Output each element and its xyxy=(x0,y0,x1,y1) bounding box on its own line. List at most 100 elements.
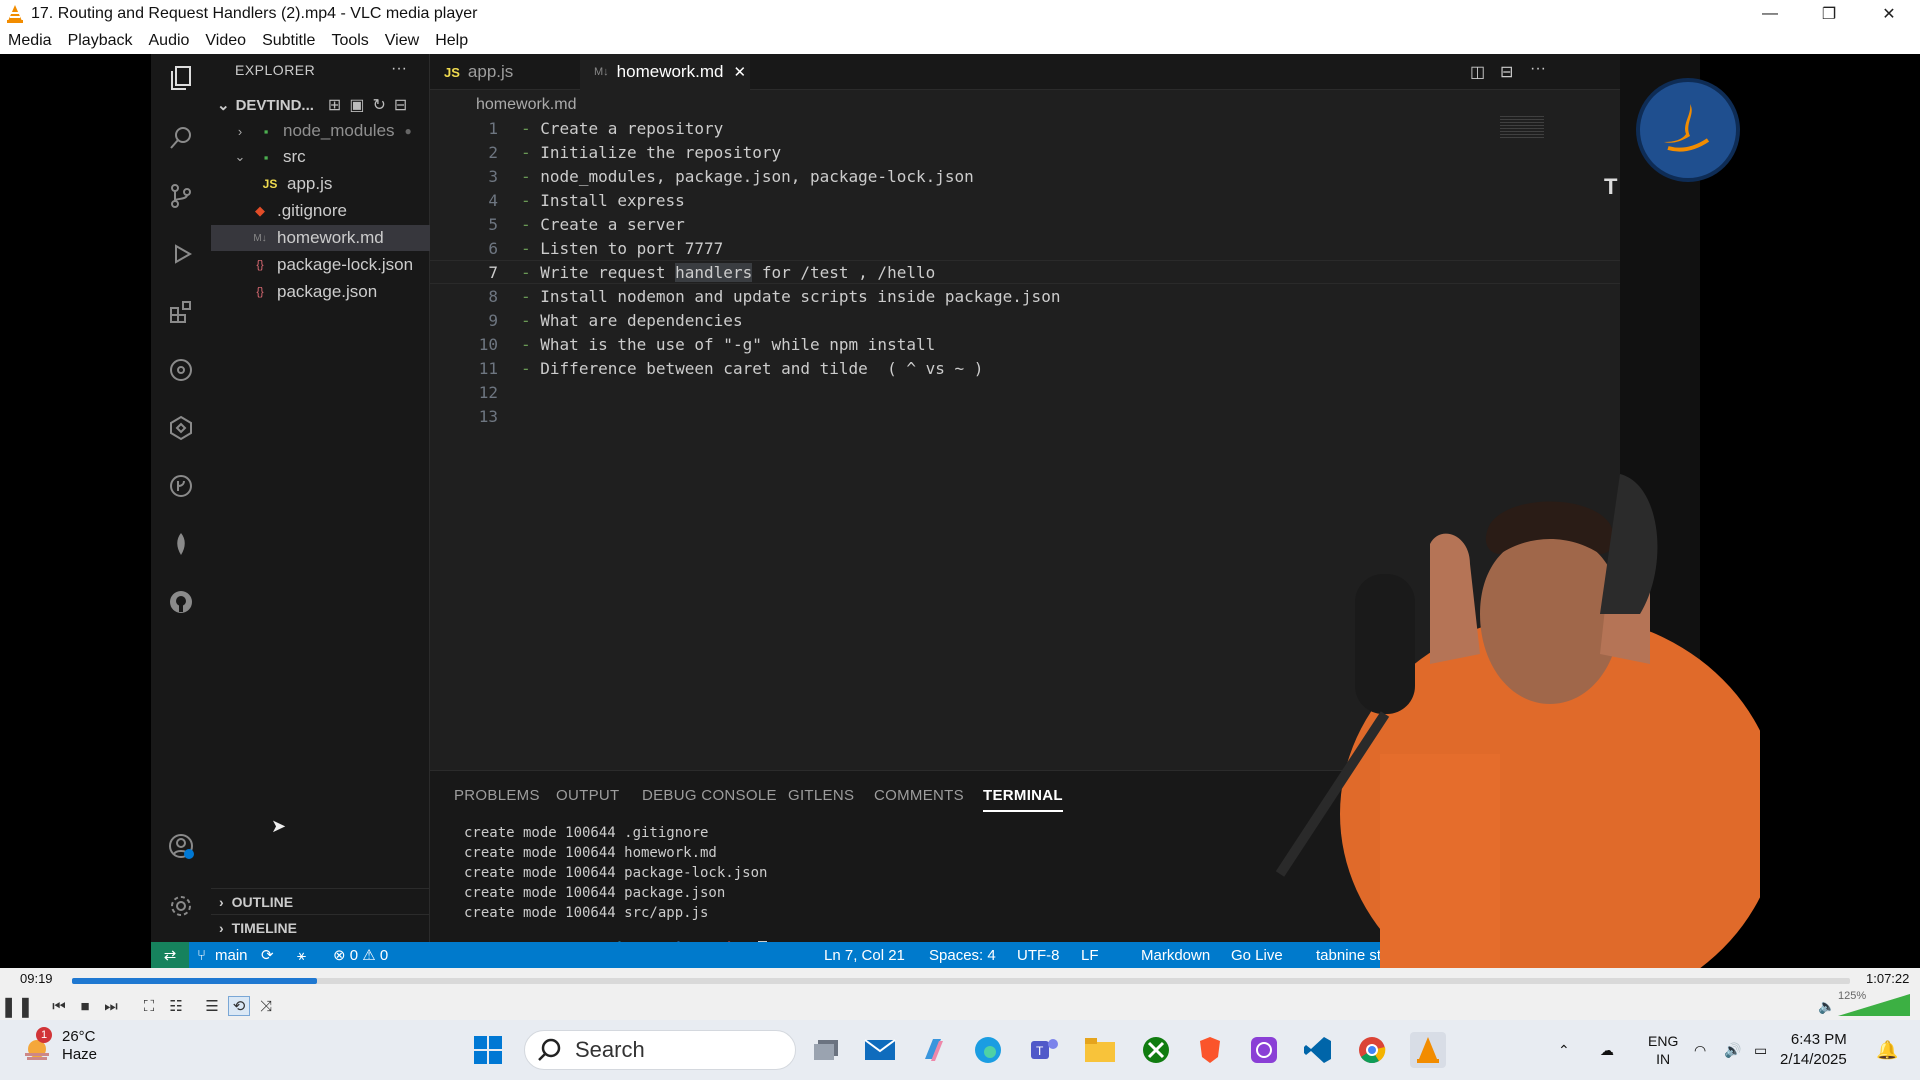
menu-view[interactable]: View xyxy=(385,32,419,50)
show-hidden-icons[interactable]: ⌃ xyxy=(1558,1020,1570,1080)
outline-section[interactable]: › OUTLINE xyxy=(211,888,430,914)
code-line[interactable]: 12 xyxy=(430,380,1621,404)
refresh-icon[interactable]: ↻ xyxy=(372,95,385,115)
tree-item-src[interactable]: ⌄ ▪ src xyxy=(211,144,430,170)
explorer-more-button[interactable]: ··· xyxy=(391,60,407,78)
menu-playback[interactable]: Playback xyxy=(68,32,133,50)
tree-item-homework-md[interactable]: M↓ homework.md xyxy=(211,225,430,251)
chrome-icon[interactable] xyxy=(1354,1032,1390,1068)
vlc-taskbar-icon[interactable] xyxy=(1410,1032,1446,1068)
open-preview-icon[interactable]: ◫ xyxy=(1470,62,1485,82)
mail-icon[interactable] xyxy=(862,1032,898,1068)
previous-icon[interactable]: ⏮ xyxy=(48,996,70,1016)
taskbar-search[interactable]: Search xyxy=(524,1030,796,1070)
copilot-icon[interactable] xyxy=(916,1032,952,1068)
task-view-icon[interactable] xyxy=(808,1032,844,1068)
fullscreen-icon[interactable]: ⛶ xyxy=(138,996,160,1016)
windows-start-icon[interactable] xyxy=(470,1032,506,1068)
close-window-button[interactable]: ✕ xyxy=(1860,0,1918,28)
tab-app-js[interactable]: JS app.js xyxy=(430,54,580,90)
code-line[interactable]: 13 xyxy=(430,404,1621,428)
project-root[interactable]: ⌄ DEVTIND... ⊞ ▣ ↻ ⊟ xyxy=(211,92,430,118)
language-indicator[interactable]: ENG IN xyxy=(1648,1020,1678,1080)
code-line[interactable]: 2 - Initialize the repository xyxy=(430,140,1621,164)
tab-gitlens[interactable]: GITLENS xyxy=(788,787,854,804)
tab-terminal[interactable]: TERMINAL xyxy=(983,787,1063,812)
menu-subtitle[interactable]: Subtitle xyxy=(262,32,315,50)
seek-bar[interactable] xyxy=(72,978,1850,984)
code-line[interactable]: 3 - node_modules, package.json, package-l… xyxy=(430,164,1621,188)
code-line[interactable]: 6 - Listen to port 7777 xyxy=(430,236,1621,260)
tree-item-node-modules[interactable]: › ▪ node_modules ● xyxy=(211,118,430,144)
branch-icon[interactable]: ⑂ xyxy=(197,947,206,964)
loop-icon[interactable]: ⟲ xyxy=(228,996,250,1016)
indentation[interactable]: Spaces: 4 xyxy=(929,947,996,964)
weather-widget[interactable]: 1 26°C Haze xyxy=(22,1027,97,1064)
cursor-position[interactable]: Ln 7, Col 21 xyxy=(824,947,905,964)
new-file-icon[interactable]: ⊞ xyxy=(328,95,341,115)
breadcrumb[interactable]: homework.md xyxy=(476,96,576,114)
edge-icon[interactable] xyxy=(970,1032,1006,1068)
branch-name[interactable]: main xyxy=(215,947,248,964)
gitlens-status-icon[interactable]: ⚹ xyxy=(297,947,306,964)
notification-icon[interactable]: 🔔 xyxy=(1876,1020,1898,1080)
eol[interactable]: LF xyxy=(1081,947,1099,964)
tab-debug-console[interactable]: DEBUG CONSOLE xyxy=(642,787,777,804)
stop-icon[interactable]: ■ xyxy=(74,996,96,1016)
brave-icon[interactable] xyxy=(1192,1032,1228,1068)
menu-audio[interactable]: Audio xyxy=(149,32,190,50)
code-line[interactable]: 10 - What is the use of "-g" while npm in… xyxy=(430,332,1621,356)
close-tab-icon[interactable]: ✕ xyxy=(733,63,746,81)
tree-item-gitignore[interactable]: ◆ .gitignore xyxy=(211,198,430,224)
menu-help[interactable]: Help xyxy=(435,32,468,50)
wifi-icon[interactable]: ◠ xyxy=(1694,1020,1706,1080)
tree-item-app-js[interactable]: JS app.js xyxy=(211,171,430,197)
teams-icon[interactable]: T xyxy=(1026,1032,1062,1068)
language-mode[interactable]: Markdown xyxy=(1141,947,1210,964)
vscode-icon[interactable] xyxy=(1300,1032,1336,1068)
menu-tools[interactable]: Tools xyxy=(331,32,368,50)
onedrive-icon[interactable]: ☁ xyxy=(1600,1020,1614,1080)
remote-icon[interactable]: ⇄ xyxy=(151,942,189,968)
encoding[interactable]: UTF-8 xyxy=(1017,947,1060,964)
timeline-section[interactable]: › TIMELINE xyxy=(211,914,430,940)
video-frame[interactable]: EXPLORER ··· ⌄ DEVTIND... ⊞ ▣ ↻ ⊟ › ▪ no… xyxy=(0,54,1920,968)
sync-icon[interactable]: ⟳ xyxy=(261,946,274,964)
tab-homework-md[interactable]: M↓ homework.md ✕ xyxy=(580,54,750,90)
pause-button[interactable]: ❚❚ xyxy=(0,996,34,1018)
shuffle-icon[interactable]: ⤨ xyxy=(255,996,277,1016)
maximize-button[interactable]: ❐ xyxy=(1800,0,1858,28)
line-number: 5 xyxy=(488,214,498,234)
code-line[interactable]: 4 - Install express xyxy=(430,188,1621,212)
code-line[interactable]: 8 - Install nodemon and update scripts in… xyxy=(430,284,1621,308)
volume-icon[interactable]: 🔊 xyxy=(1724,1020,1741,1080)
tab-comments[interactable]: COMMENTS xyxy=(874,787,964,804)
app-purple-icon[interactable] xyxy=(1246,1032,1282,1068)
file-explorer-icon[interactable] xyxy=(1082,1032,1118,1068)
menu-video[interactable]: Video xyxy=(205,32,246,50)
collapse-all-icon[interactable]: ⊟ xyxy=(394,95,407,115)
playlist-icon[interactable]: ☰ xyxy=(201,996,223,1016)
next-icon[interactable]: ⏭ xyxy=(100,996,122,1016)
tab-output[interactable]: OUTPUT xyxy=(556,787,619,804)
system-clock[interactable]: 6:43 PM 2/14/2025 xyxy=(1780,1030,1847,1070)
problems-count[interactable]: ⊗ 0 ⚠ 0 xyxy=(333,946,388,964)
speaker-icon[interactable]: 🔈 xyxy=(1818,998,1835,1015)
split-editor-icon[interactable]: ⊟ xyxy=(1500,62,1513,82)
minimize-button[interactable]: — xyxy=(1741,0,1799,28)
code-line[interactable]: 9 - What are dependencies xyxy=(430,308,1621,332)
code-line[interactable]: 1 - Create a repository xyxy=(430,116,1621,140)
more-actions-icon[interactable]: ··· xyxy=(1530,60,1546,78)
new-folder-icon[interactable]: ▣ xyxy=(349,95,364,115)
extended-settings-icon[interactable]: ☷ xyxy=(165,996,187,1016)
xbox-icon[interactable] xyxy=(1138,1032,1174,1068)
code-line[interactable]: 11 - Difference between caret and tilde (… xyxy=(430,356,1621,380)
volume-slider[interactable]: 125% xyxy=(1838,990,1910,1016)
tab-problems[interactable]: PROBLEMS xyxy=(454,787,540,804)
battery-icon[interactable]: ▭ xyxy=(1754,1020,1767,1080)
code-line[interactable]: 5 - Create a server xyxy=(430,212,1621,236)
tree-item-package-lock-json[interactable]: {} package-lock.json xyxy=(211,252,430,278)
menu-media[interactable]: Media xyxy=(8,32,52,50)
tree-item-package-json[interactable]: {} package.json xyxy=(211,279,430,305)
code-line[interactable]: 7 - Write request handlers for /test , /h… xyxy=(430,260,1621,284)
